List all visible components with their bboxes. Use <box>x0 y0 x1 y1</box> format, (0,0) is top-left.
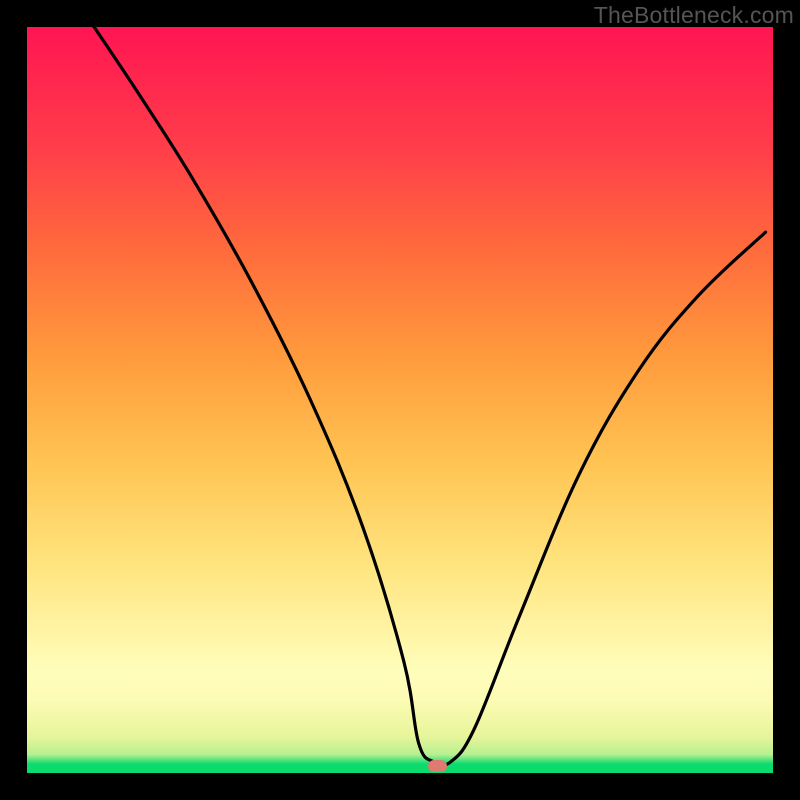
watermark-text: TheBottleneck.com <box>594 2 794 29</box>
bottleneck-curve <box>27 27 773 773</box>
optimal-marker <box>428 760 447 772</box>
chart-frame: TheBottleneck.com <box>0 0 800 800</box>
plot-area <box>27 27 773 773</box>
